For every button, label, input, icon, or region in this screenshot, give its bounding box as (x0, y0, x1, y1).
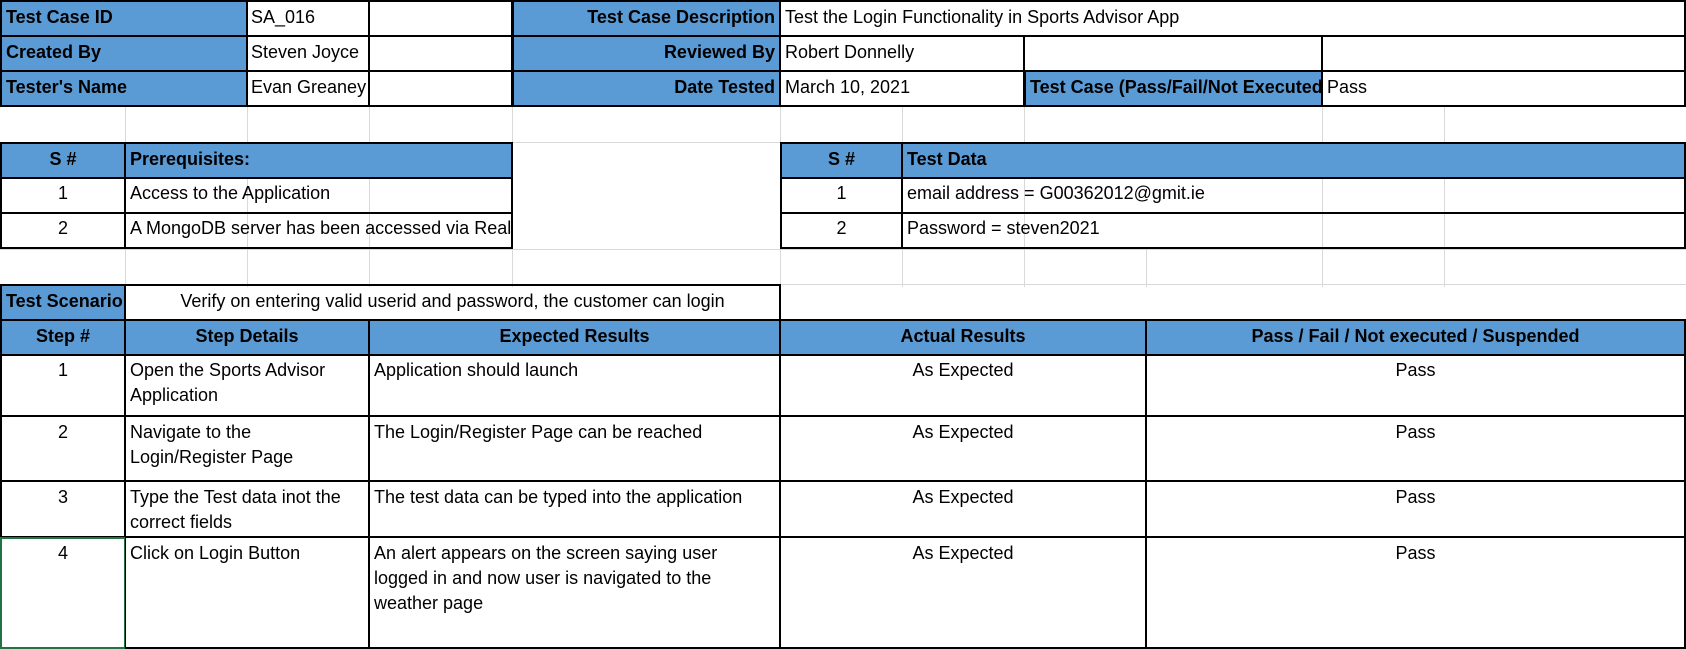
reviewed-by-label: Reviewed By (512, 35, 781, 72)
testers-name-label: Tester's Name (0, 70, 248, 107)
spreadsheet-grid: Test Case ID SA_016 Test Case Descriptio… (0, 0, 1686, 649)
test-case-result-label: Test Case (Pass/Fail/Not Executed) (1024, 70, 1323, 107)
testdata-item-1[interactable]: email address = G00362012@gmit.ie (902, 177, 1686, 214)
test-case-id-value[interactable]: SA_016 (246, 0, 370, 37)
step-expected-2[interactable]: The Login/Register Page can be reached (369, 416, 781, 482)
created-by-label: Created By (0, 35, 248, 72)
date-tested-value[interactable]: March 10, 2021 (780, 70, 1025, 107)
created-by-value[interactable]: Steven Joyce (246, 35, 370, 72)
reviewed-by-value[interactable]: Robert Donnelly (780, 35, 1025, 72)
step-number-2[interactable]: 2 (0, 416, 126, 482)
step-details-4[interactable]: Click on Login Button (125, 537, 370, 649)
test-case-id-label: Test Case ID (0, 0, 248, 37)
step-actual-3[interactable]: As Expected (780, 481, 1147, 538)
empty-cell[interactable] (369, 35, 513, 72)
step-details-2[interactable]: Navigate to the Login/Register Page (125, 416, 370, 482)
step-expected-1[interactable]: Application should launch (369, 354, 781, 417)
prereq-sn-1[interactable]: 1 (0, 177, 126, 214)
empty-cell[interactable] (1322, 35, 1686, 72)
prereq-item-2[interactable]: A MongoDB server has been accessed via R… (125, 212, 513, 249)
steps-header-actual: Actual Results (780, 319, 1147, 356)
testdata-sn-1[interactable]: 1 (780, 177, 903, 214)
step-status-3[interactable]: Pass (1146, 481, 1686, 538)
prereq-item-1[interactable]: Access to the Application (125, 177, 513, 214)
steps-header-expected: Expected Results (369, 319, 781, 356)
step-expected-4[interactable]: An alert appears on the screen saying us… (369, 537, 781, 649)
test-scenario-text[interactable]: Verify on entering valid userid and pass… (125, 284, 781, 321)
test-case-description-label: Test Case Description (512, 0, 781, 37)
test-case-description-value[interactable]: Test the Login Functionality in Sports A… (780, 0, 1686, 37)
date-tested-label: Date Tested (512, 70, 781, 107)
steps-header-status: Pass / Fail / Not executed / Suspended (1146, 319, 1686, 356)
step-actual-4[interactable]: As Expected (780, 537, 1147, 649)
step-number-4[interactable]: 4 (0, 537, 126, 649)
step-details-3[interactable]: Type the Test data inot the correct fiel… (125, 481, 370, 538)
step-actual-2[interactable]: As Expected (780, 416, 1147, 482)
testdata-title-header: Test Data (902, 142, 1686, 179)
test-case-result-value[interactable]: Pass (1322, 70, 1686, 107)
step-number-3[interactable]: 3 (0, 481, 126, 538)
empty-cell[interactable] (369, 0, 513, 37)
step-details-1[interactable]: Open the Sports Advisor Application (125, 354, 370, 417)
step-status-1[interactable]: Pass (1146, 354, 1686, 417)
step-expected-3[interactable]: The test data can be typed into the appl… (369, 481, 781, 538)
test-scenario-label: Test Scenario (0, 284, 126, 321)
prereq-sn-header: S # (0, 142, 126, 179)
testdata-item-2[interactable]: Password = steven2021 (902, 212, 1686, 249)
step-status-2[interactable]: Pass (1146, 416, 1686, 482)
empty-cell[interactable] (369, 70, 513, 107)
steps-header-step-number: Step # (0, 319, 126, 356)
testdata-sn-header: S # (780, 142, 903, 179)
testers-name-value[interactable]: Evan Greaney (246, 70, 370, 107)
prereq-sn-2[interactable]: 2 (0, 212, 126, 249)
step-number-1[interactable]: 1 (0, 354, 126, 417)
prereq-title-header: Prerequisites: (125, 142, 513, 179)
step-actual-1[interactable]: As Expected (780, 354, 1147, 417)
empty-cell[interactable] (1024, 35, 1323, 72)
steps-header-details: Step Details (125, 319, 370, 356)
testdata-sn-2[interactable]: 2 (780, 212, 903, 249)
step-status-4[interactable]: Pass (1146, 537, 1686, 649)
